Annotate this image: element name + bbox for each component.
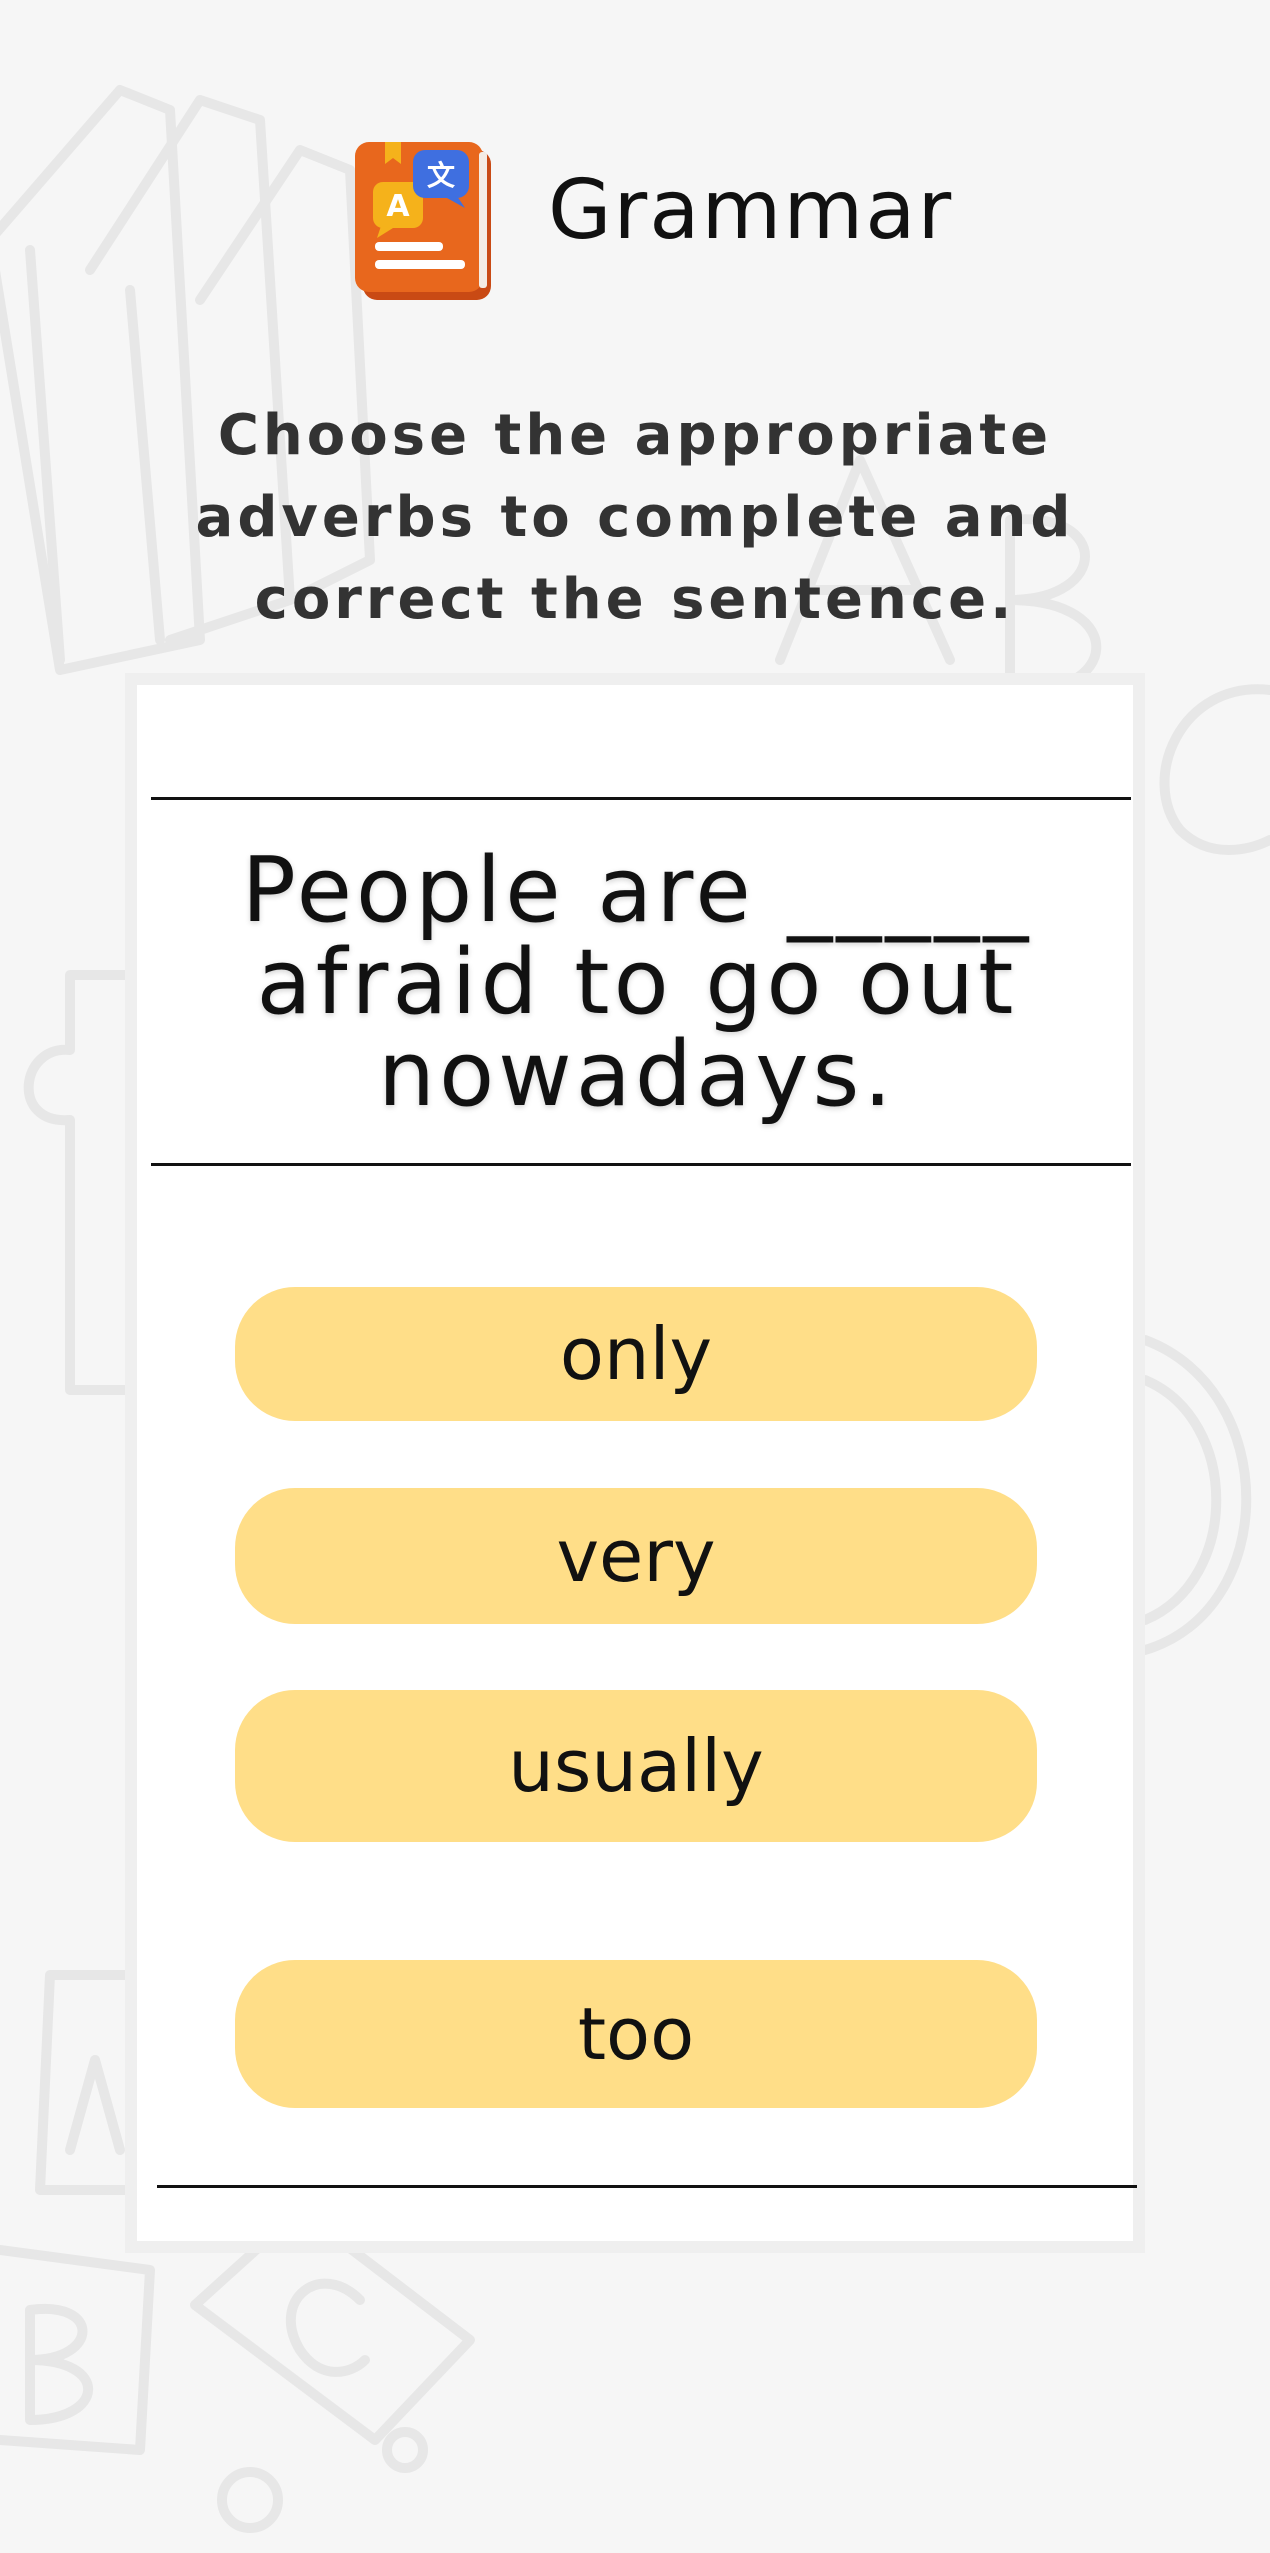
divider [157,2185,1137,2188]
ring-doodle [1140,1335,1252,1655]
divider [151,1163,1131,1166]
answer-option-label: very [556,1514,716,1598]
instruction-text: Choose the appropriate adverbs to comple… [185,395,1085,641]
answer-option-very[interactable]: very [235,1488,1037,1624]
question-line: afraid to go out [256,930,1018,1035]
question-sentence: People are _____ afraid to go out nowada… [177,845,1097,1121]
block-doodle [35,1970,135,2195]
answer-option-label: too [577,1992,695,2076]
quiz-screen: A 文 Grammar Choose the appropriate adver… [0,0,1270,2553]
answer-option-only[interactable]: only [235,1287,1037,1421]
grammar-book-icon: A 文 [355,142,491,300]
answer-option-usually[interactable]: usually [235,1690,1037,1842]
answer-option-label: usually [508,1724,764,1808]
circle-doodle [217,2467,283,2533]
circle-doodle [382,2427,428,2473]
letter-b-doodle [25,2303,93,2425]
letter-a-doodle [65,2055,125,2155]
svg-text:A: A [386,189,410,224]
letter-c-doodle [285,2278,370,2377]
instruction-line: adverbs to complete and [195,485,1075,550]
question-card: People are _____ afraid to go out nowada… [125,673,1145,2253]
letter-c-doodle [1159,684,1270,855]
instruction-line: correct the sentence. [254,567,1016,632]
header: A 文 Grammar [0,130,1270,320]
question-line: nowadays. [378,1022,896,1127]
puzzle-doodle [23,970,130,1395]
answer-option-too[interactable]: too [235,1960,1037,2108]
app-title: Grammar [548,163,954,258]
instruction-line: Choose the appropriate [217,403,1053,468]
question-line: People are _____ [241,838,1033,943]
divider [151,797,1131,800]
svg-text:文: 文 [427,159,455,192]
answer-option-label: only [559,1312,713,1396]
block-doodle [0,2245,155,2455]
